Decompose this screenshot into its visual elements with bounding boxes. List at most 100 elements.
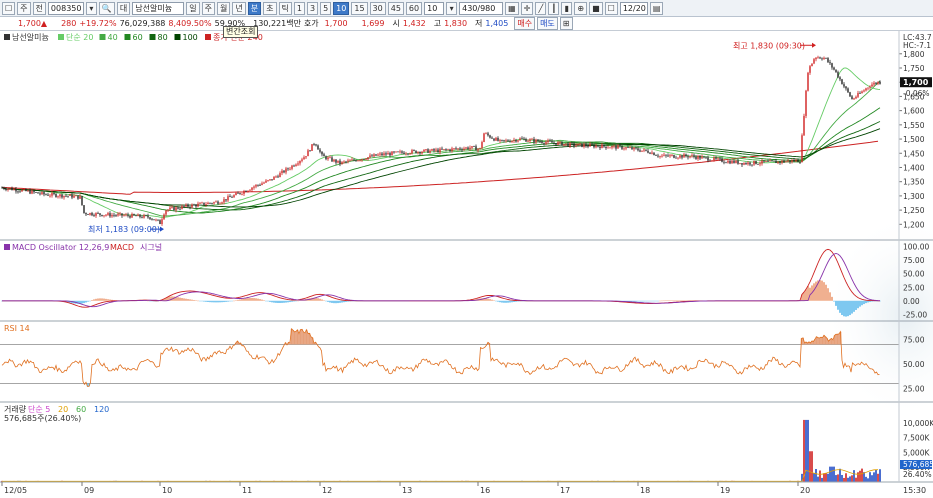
crosshair-icon[interactable]: ✛ <box>521 2 534 15</box>
candle-body <box>771 160 772 161</box>
settings-icon[interactable]: ⊞ <box>560 17 573 30</box>
rsi-tick-label: 50.00 <box>903 360 925 369</box>
ticker-search-button[interactable]: ▾ <box>86 2 97 15</box>
macd-osc-bar <box>835 301 837 306</box>
macd-osc-bar <box>653 301 655 302</box>
volume-bar <box>877 474 879 482</box>
tb-item-0[interactable]: 주 <box>17 2 30 15</box>
interval-60[interactable]: 60 <box>406 2 422 15</box>
candle-body <box>639 150 640 151</box>
macd-osc-bar <box>663 301 665 302</box>
price-legend-item-1: 단순 20 <box>66 32 93 42</box>
candle-body <box>45 194 46 195</box>
interval-1[interactable]: 1 <box>294 2 305 15</box>
volume-bar <box>821 478 823 482</box>
volume-bar <box>857 472 859 482</box>
buy-button[interactable]: 매수 <box>514 17 535 30</box>
interval-30[interactable]: 30 <box>370 2 386 15</box>
volume-bar <box>823 473 825 482</box>
chart-area[interactable]: 남선알미늄단순 20406080100종가 단순 240 최고 1,830 (0… <box>0 31 933 495</box>
macd-osc-bar <box>321 299 323 300</box>
candle-body <box>13 189 14 190</box>
candle-body <box>345 162 346 163</box>
date-input[interactable]: 12/20 <box>620 2 648 15</box>
period-minute[interactable]: 분 <box>248 2 261 15</box>
candle-body <box>191 205 192 208</box>
search-icon[interactable]: 🔍 <box>99 2 115 15</box>
period-day[interactable]: 일 <box>186 2 199 15</box>
macd-osc-bar <box>339 301 341 303</box>
period-second[interactable]: 초 <box>263 2 276 15</box>
stock-chart[interactable]: 남선알미늄단순 20406080100종가 단순 240 최고 1,830 (0… <box>0 31 933 495</box>
count-input[interactable]: 430/980 <box>459 2 503 15</box>
period-month[interactable]: 월 <box>217 2 230 15</box>
candle-body <box>367 157 368 159</box>
volume-ratio: 8,409.50% <box>168 19 211 28</box>
candle-body <box>67 196 68 197</box>
price-legend-item-4: 80 <box>158 33 168 42</box>
candle-body <box>591 144 592 145</box>
candle-body <box>859 93 860 94</box>
chevron-down-icon[interactable]: ▾ <box>446 2 457 15</box>
price-tick-label: 1,350 <box>903 178 925 187</box>
candle-body <box>611 146 612 147</box>
candle-body <box>849 92 850 96</box>
candle-body <box>89 213 90 215</box>
candle-body <box>451 148 452 150</box>
interval-15[interactable]: 15 <box>351 2 367 15</box>
candle-body <box>11 188 12 190</box>
candle-body <box>777 162 778 164</box>
period-year[interactable]: 년 <box>232 2 245 15</box>
current-pct-label: -0.06% <box>903 89 930 98</box>
candle-body <box>65 196 66 197</box>
x-tick-label: 12/05 <box>4 486 27 495</box>
candle-body <box>117 214 118 215</box>
sell-button[interactable]: 매도 <box>537 17 558 30</box>
tb-item-1[interactable]: 전 <box>33 2 46 15</box>
rsi-legend-item: RSI 14 <box>4 324 30 333</box>
candle-body <box>857 93 858 97</box>
bar-icon[interactable]: ▮ <box>561 2 572 15</box>
candle-body <box>169 208 170 210</box>
candle-icon[interactable]: ┃ <box>548 2 559 15</box>
interval-input[interactable]: 10 <box>424 2 444 15</box>
grid-icon[interactable]: ▦ <box>505 2 519 15</box>
interval-3[interactable]: 3 <box>307 2 318 15</box>
line-tool-icon[interactable]: ╱ <box>535 2 546 15</box>
macd-tick-label: 0.00 <box>903 297 920 306</box>
ticker-code-input[interactable]: 008350 <box>48 2 84 15</box>
candle-body <box>231 197 232 198</box>
stop-icon[interactable]: ■ <box>589 2 603 15</box>
candle-body <box>535 140 536 143</box>
volume-bar <box>841 475 843 482</box>
macd-osc-bar <box>255 298 257 300</box>
volume-legend-item-1: 단순 5 <box>28 404 50 414</box>
interval-45[interactable]: 45 <box>388 2 404 15</box>
period-week[interactable]: 주 <box>202 2 215 15</box>
macd-osc-bar <box>511 301 513 302</box>
candle-body <box>719 158 720 159</box>
macd-osc-bar <box>275 301 277 303</box>
calendar-icon[interactable]: ▤ <box>650 2 664 15</box>
candle-body <box>795 160 796 161</box>
tb-item-2[interactable]: 대 <box>117 2 130 15</box>
candle-body <box>597 146 598 147</box>
checkbox-icon[interactable]: ☐ <box>605 2 618 15</box>
candle-body <box>491 138 492 139</box>
zoom-icon[interactable]: ⊕ <box>574 2 587 15</box>
macd-osc-bar <box>857 301 859 308</box>
macd-osc-bar <box>867 301 869 303</box>
volume-bar <box>819 470 821 482</box>
interval-5[interactable]: 5 <box>320 2 331 15</box>
candle-body <box>751 165 752 166</box>
candle-body <box>121 213 122 215</box>
macd-osc-bar <box>331 301 333 303</box>
period-tick[interactable]: 틱 <box>279 2 292 15</box>
macd-osc-bar <box>237 300 239 301</box>
price-legend-item-5: 100 <box>183 33 198 42</box>
rsi-ob-fill <box>835 334 837 344</box>
interval-10[interactable]: 10 <box>333 2 349 15</box>
macd-osc-bar <box>213 301 215 303</box>
menu-icon[interactable]: ☐ <box>2 2 15 15</box>
macd-osc-bar <box>105 299 107 301</box>
